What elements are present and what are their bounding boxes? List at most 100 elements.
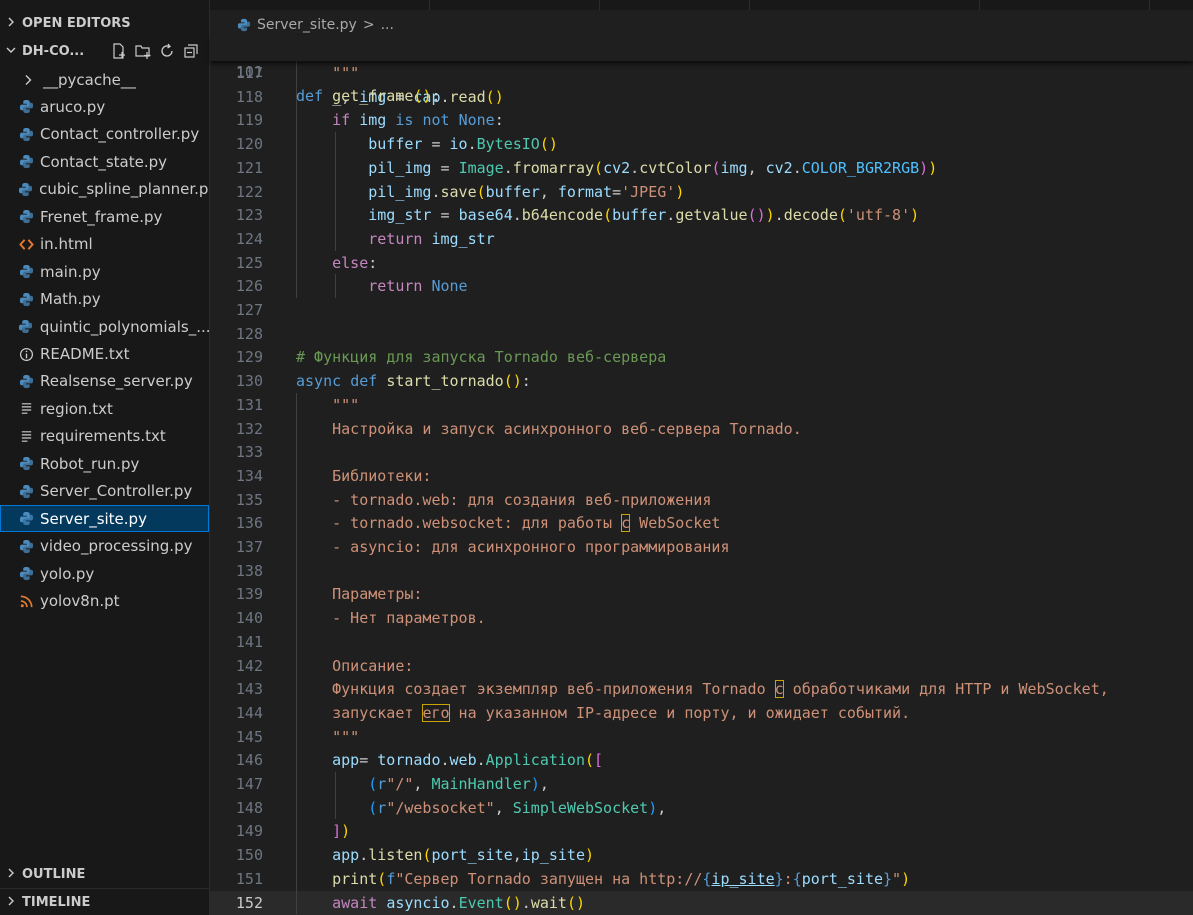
refresh-icon[interactable] — [157, 42, 177, 60]
open-editors-header[interactable]: OPEN EDITORS — [0, 10, 209, 36]
line-text: """ — [332, 64, 360, 82]
file-label: Contact_state.py — [40, 152, 168, 171]
file-item[interactable]: Frenet_frame.py — [0, 203, 209, 230]
line-text: Функция создает экземпляр веб-приложения… — [296, 680, 1109, 699]
tab-divider — [979, 0, 980, 10]
line-number: 128 — [235, 324, 263, 343]
sticky-scroll-header[interactable]: 101 def get_frame(): — [210, 36, 1193, 105]
file-label: Realsense_server.py — [40, 372, 193, 391]
line-text: запускает его на указанном IP-адресе и п… — [296, 703, 911, 722]
file-label: region.txt — [40, 399, 113, 418]
timeline-header[interactable]: TIMELINE — [0, 888, 209, 915]
open-editors-label: OPEN EDITORS — [22, 15, 131, 31]
python-icon — [17, 318, 35, 336]
line-number: 137 — [235, 538, 263, 556]
indent-guide — [334, 132, 336, 251]
file-item[interactable]: cubic_spline_planner.py — [0, 176, 209, 203]
line-number: 133 — [235, 443, 263, 462]
outline-label: OUTLINE — [22, 866, 86, 882]
breadcrumb-symbol[interactable]: ... — [381, 17, 394, 33]
code-editor[interactable]: 101 def get_frame(): 117 """ 118 _, img =… — [210, 36, 1193, 915]
file-label: in.html — [40, 235, 93, 254]
file-label: Math.py — [40, 290, 101, 309]
file-label: yolov8n.pt — [40, 592, 120, 611]
folder-label: DH-CO... — [22, 43, 85, 59]
code-line: 135 - tornado.web: для создания веб-прил… — [210, 488, 1193, 512]
line-text: Описание: — [296, 656, 414, 675]
line-text: app.listen(port_site,ip_site) — [332, 846, 595, 865]
code-line: 136 - tornado.websocket: для работы с We… — [210, 511, 1193, 535]
file-item[interactable]: video_processing.py — [0, 533, 209, 560]
file-item[interactable]: quintic_polynomials_... — [0, 313, 209, 340]
line-text: Библиотеки: — [296, 466, 432, 485]
info-icon — [17, 345, 35, 363]
line-number: 123 — [235, 206, 263, 225]
line-text: if img is not None: — [332, 111, 504, 130]
sticky-line-text: def get_frame(): — [296, 87, 441, 105]
file-item[interactable]: yolo.py — [0, 560, 209, 587]
file-item[interactable]: yolov8n.pt — [0, 588, 209, 615]
file-item[interactable]: Math.py — [0, 286, 209, 313]
code-line: 127 — [210, 298, 1193, 322]
file-item[interactable]: README.txt — [0, 341, 209, 368]
file-item[interactable]: main.py — [0, 258, 209, 285]
python-icon — [17, 537, 35, 555]
file-item[interactable]: Contact_controller.py — [0, 121, 209, 148]
file-label: cubic_spline_planner.py — [39, 180, 209, 199]
file-item[interactable]: region.txt — [0, 395, 209, 422]
line-number: 140 — [235, 609, 263, 628]
collapse-all-icon[interactable] — [181, 42, 201, 60]
file-label: Frenet_frame.py — [40, 207, 163, 226]
file-label: main.py — [40, 262, 101, 281]
rss-icon — [17, 592, 35, 610]
file-item[interactable]: in.html — [0, 231, 209, 258]
breadcrumb-file[interactable]: Server_site.py — [257, 17, 357, 33]
line-text: async def start_tornado(): — [296, 372, 531, 391]
code-line: 132 Настройка и запуск асинхронного веб-… — [210, 417, 1193, 441]
text-lines-icon — [17, 400, 35, 418]
line-number: 152 — [235, 893, 263, 912]
line-number: 136 — [235, 514, 263, 533]
python-icon — [17, 565, 35, 583]
line-number: 124 — [235, 229, 263, 248]
code-line: 149 ]) — [210, 819, 1193, 843]
file-item[interactable]: Contact_state.py — [0, 148, 209, 175]
file-label: aruco.py — [40, 97, 106, 116]
line-text: - Нет параметров. — [296, 609, 486, 628]
new-folder-icon[interactable] — [133, 42, 153, 60]
code-line: 128 — [210, 322, 1193, 346]
file-item[interactable]: aruco.py — [0, 93, 209, 120]
new-file-icon[interactable] — [109, 42, 129, 60]
line-number: 144 — [235, 703, 263, 722]
code-line: 147 (r"/", MainHandler), — [210, 772, 1193, 796]
line-text: await asyncio.Event().wait() — [332, 893, 585, 912]
line-text: print(f"Сервер Tornado запущен на http:/… — [332, 869, 911, 888]
line-text: img_str = base64.b64encode(buffer.getval… — [368, 206, 920, 225]
file-item[interactable]: Robot_run.py — [0, 450, 209, 477]
code-line: 143 Функция создает экземпляр веб-прилож… — [210, 677, 1193, 701]
file-item[interactable]: Realsense_server.py — [0, 368, 209, 395]
file-item[interactable]: Server_Controller.py — [0, 478, 209, 505]
breadcrumb: Server_site.py > ... — [210, 12, 1193, 38]
outline-header[interactable]: OUTLINE — [0, 861, 209, 887]
folder-header[interactable]: DH-CO... — [0, 38, 209, 64]
line-text: (r"/websocket", SimpleWebSocket), — [368, 798, 667, 817]
file-label: __pycache__ — [43, 70, 136, 89]
line-number: 143 — [235, 680, 263, 699]
code-line: 146 app= tornado.web.Application([ — [210, 748, 1193, 772]
code-line: 117 """ — [210, 61, 1193, 85]
line-number: 134 — [235, 466, 263, 485]
file-item[interactable]: requirements.txt — [0, 423, 209, 450]
tab-divider — [749, 0, 750, 10]
line-text: - tornado.websocket: для работы с WebSoc… — [296, 514, 721, 533]
python-icon — [17, 455, 35, 473]
line-number: 120 — [235, 135, 263, 154]
code-line: 152 await asyncio.Event().wait() — [210, 890, 1193, 915]
line-text: """ — [332, 727, 360, 746]
code-line: 150 app.listen(port_site,ip_site) — [210, 843, 1193, 867]
line-number: 125 — [235, 253, 263, 272]
line-number: 142 — [235, 656, 263, 675]
folder-item[interactable]: __pycache__ — [0, 66, 209, 93]
file-item[interactable]: Server_site.py — [0, 505, 209, 533]
chevron-right-icon — [0, 867, 22, 882]
